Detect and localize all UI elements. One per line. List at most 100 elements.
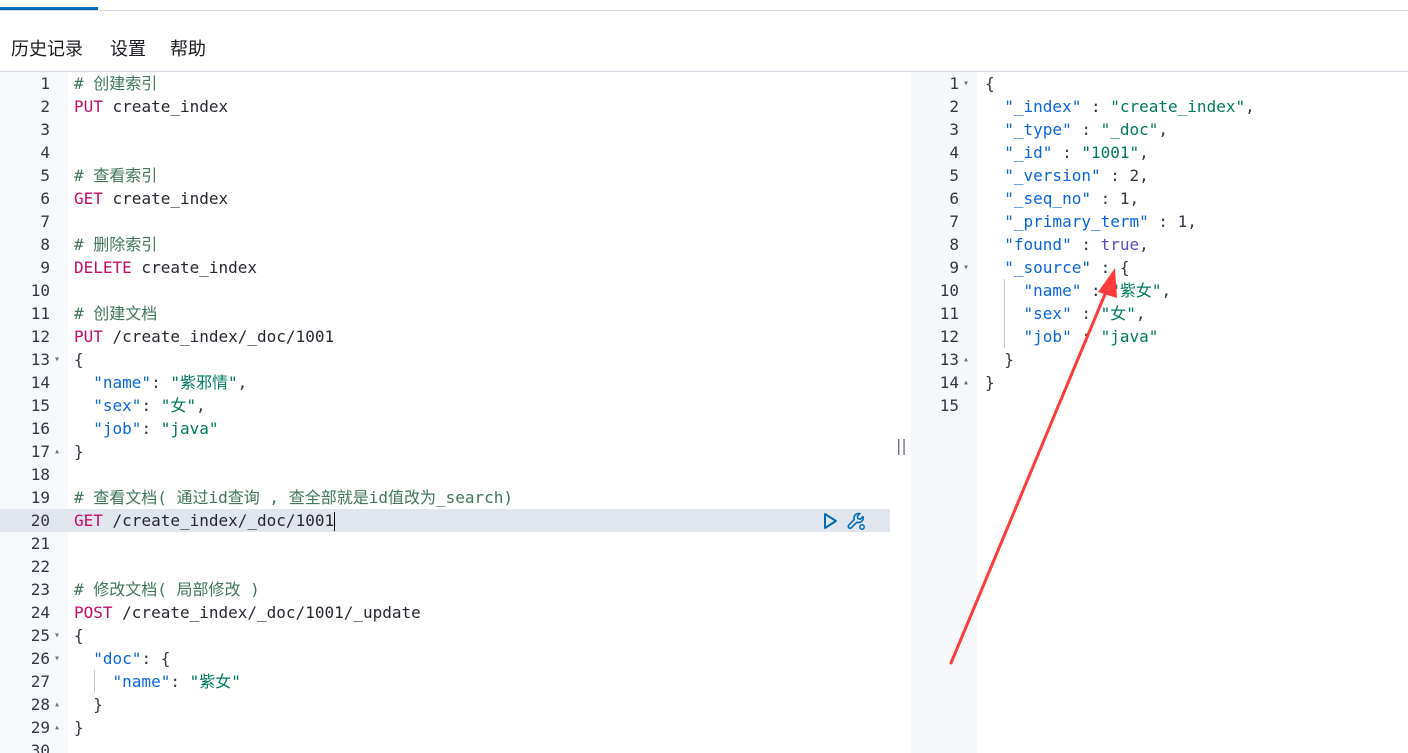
editor-line[interactable]: 13 ▾ {	[0, 348, 890, 371]
fold-arrow-icon[interactable]: ▴	[963, 348, 969, 371]
code-token: "_source"	[1004, 258, 1091, 277]
editor-line[interactable]: 3	[0, 118, 890, 141]
code-token: "_primary_term"	[1004, 212, 1149, 231]
code-text: # 创建索引	[74, 72, 157, 95]
play-icon[interactable]	[820, 511, 840, 531]
response-line[interactable]: 3 "_type" : "_doc",	[911, 118, 1408, 141]
fold-arrow-icon[interactable]: ▾	[54, 647, 60, 670]
response-line[interactable]: 11 "sex" : "女",	[911, 302, 1408, 325]
response-line[interactable]: 14 ▴}	[911, 371, 1408, 394]
code-token: ,	[1139, 235, 1149, 254]
code-text: "sex": "女",	[74, 394, 205, 417]
editor-line[interactable]: 7	[0, 210, 890, 233]
code-token: ,	[1245, 97, 1255, 116]
code-token: create_index	[102, 97, 229, 116]
response-line[interactable]: 12 "job" : "java"	[911, 325, 1408, 348]
line-number: 6	[949, 189, 959, 208]
line-number: 5	[949, 166, 959, 185]
response-line[interactable]: 8 "found" : true,	[911, 233, 1408, 256]
fold-arrow-icon[interactable]: ▾	[963, 72, 969, 95]
fold-arrow-icon[interactable]: ▴	[963, 371, 969, 394]
editor-line[interactable]: 10	[0, 279, 890, 302]
code-token: "name"	[112, 672, 171, 691]
resize-handle-icon[interactable]: ||	[896, 436, 907, 455]
editor-line[interactable]: 8 # 删除索引	[0, 233, 890, 256]
editor-line[interactable]: 22	[0, 555, 890, 578]
fold-arrow-icon[interactable]: ▾	[963, 256, 969, 279]
text-cursor	[334, 512, 336, 531]
editor-line[interactable]: 20 GET /create_index/_doc/1001	[0, 509, 890, 532]
pane-divider[interactable]: ||	[890, 72, 911, 753]
fold-arrow-icon[interactable]: ▴	[54, 440, 60, 463]
code-text: "_index" : "create_index",	[985, 95, 1255, 118]
response-line[interactable]: 1 ▾ {	[911, 72, 1408, 95]
editor-line[interactable]: 9 DELETE create_index	[0, 256, 890, 279]
editor-line[interactable]: 23 # 修改文档( 局部修改 )	[0, 578, 890, 601]
editor-line[interactable]: 27 "name": "紫女"	[0, 670, 890, 693]
response-viewer[interactable]: 1 ▾{2 "_index" : "create_index", 3 "_type"…	[911, 72, 1408, 753]
editor-line[interactable]: 26 ▾ "doc": {	[0, 647, 890, 670]
response-line[interactable]: 5 "_version" : 2,	[911, 164, 1408, 187]
history-menu-item[interactable]: 历史记录	[11, 35, 83, 61]
help-menu-item[interactable]: 帮助	[170, 35, 206, 61]
editor-line[interactable]: 21	[0, 532, 890, 555]
editor-line[interactable]: 30	[0, 739, 890, 753]
response-line[interactable]: 15	[911, 394, 1408, 417]
editor-line[interactable]: 29 ▴}	[0, 716, 890, 739]
editor-line[interactable]: 17 ▴}	[0, 440, 890, 463]
response-line[interactable]: 10 "name" : "紫女",	[911, 279, 1408, 302]
response-line[interactable]: 13 ▴ }	[911, 348, 1408, 371]
editor-line[interactable]: 1 # 创建索引	[0, 72, 890, 95]
editor-line[interactable]: 2 PUT create_index	[0, 95, 890, 118]
editor-line[interactable]: 11 # 创建文档	[0, 302, 890, 325]
response-line[interactable]: 2 "_index" : "create_index",	[911, 95, 1408, 118]
response-line[interactable]: 7 "_primary_term" : 1,	[911, 210, 1408, 233]
editor-line[interactable]: 15 "sex": "女",	[0, 394, 890, 417]
code-text: {	[74, 624, 84, 647]
line-number: 11	[939, 304, 959, 323]
code-token: }	[74, 442, 84, 461]
editor-line[interactable]: 16 "job": "java"	[0, 417, 890, 440]
response-line[interactable]: 4 "_id" : "1001",	[911, 141, 1408, 164]
editor-line[interactable]: 4	[0, 141, 890, 164]
editor-line[interactable]: 28 ▴ }	[0, 693, 890, 716]
fold-arrow-icon[interactable]: ▴	[54, 716, 60, 739]
code-token: : 2,	[1100, 166, 1149, 185]
line-number: 24	[30, 603, 50, 622]
active-tab-indicator[interactable]	[0, 7, 98, 10]
fold-arrow-icon[interactable]: ▾	[54, 624, 60, 647]
code-token: # 删除索引	[74, 235, 158, 254]
code-token: :	[1071, 304, 1101, 323]
editor-line[interactable]: 19 # 查看文档( 通过id查询 , 查全部就是id值改为_search)	[0, 486, 890, 509]
code-text: # 创建文档	[74, 302, 157, 325]
fold-arrow-icon[interactable]: ▴	[54, 693, 60, 716]
code-token: "doc"	[93, 649, 142, 668]
code-token: "sex"	[93, 396, 142, 415]
code-text: # 查看文档( 通过id查询 , 查全部就是id值改为_search)	[74, 486, 513, 509]
code-token: "name"	[93, 373, 152, 392]
editor-line[interactable]: 14 "name": "紫邪情",	[0, 371, 890, 394]
code-token: }	[74, 718, 84, 737]
code-text: # 查看索引	[74, 164, 157, 187]
code-token: GET	[74, 511, 103, 530]
line-number: 19	[30, 488, 50, 507]
editor-line[interactable]: 6 GET create_index	[0, 187, 890, 210]
code-token: }	[985, 350, 1014, 369]
code-token: ,	[1139, 143, 1149, 162]
wrench-icon[interactable]	[846, 511, 866, 531]
response-line[interactable]: 6 "_seq_no" : 1,	[911, 187, 1408, 210]
settings-menu-item[interactable]: 设置	[110, 35, 146, 61]
editor-line[interactable]: 12 PUT /create_index/_doc/1001	[0, 325, 890, 348]
request-editor[interactable]: 1 # 创建索引 2 PUT create_index 3 4 5 # 查看索引 6 GET cr…	[0, 72, 890, 753]
fold-arrow-icon[interactable]: ▾	[54, 348, 60, 371]
editor-line[interactable]: 18	[0, 463, 890, 486]
code-text: }	[74, 716, 84, 739]
line-number: 13	[939, 350, 959, 369]
response-line[interactable]: 9 ▾ "_source" : {	[911, 256, 1408, 279]
editor-line[interactable]: 25 ▾ {	[0, 624, 890, 647]
editor-line[interactable]: 5 # 查看索引	[0, 164, 890, 187]
editor-line[interactable]: 24 POST /create_index/_doc/1001/_update	[0, 601, 890, 624]
